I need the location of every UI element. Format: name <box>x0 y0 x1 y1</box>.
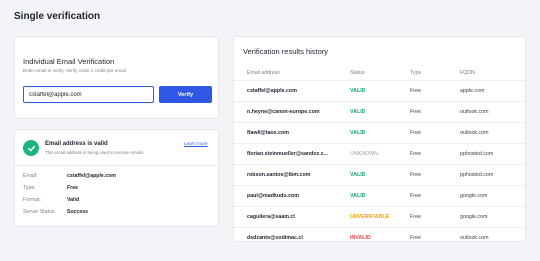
row-type: Free <box>410 88 421 94</box>
row-fqdn: google.com <box>460 193 488 199</box>
detail-value: Valid <box>67 197 80 203</box>
result-subtitle: This email address is being used to rece… <box>45 150 145 155</box>
table-row[interactable]: cstaffel@apple.com VALID Free apple.com <box>234 80 527 101</box>
check-icon <box>23 140 39 156</box>
detail-label: Server Status: <box>23 209 56 215</box>
learn-more-link[interactable]: Learn more <box>184 141 208 146</box>
detail-value: Success <box>67 209 89 215</box>
table-row[interactable]: ftawil@taos.com VALID Free outlook.com <box>234 122 527 143</box>
row-fqdn: outlook.com <box>460 130 489 136</box>
result-title: Email address is valid <box>45 141 108 147</box>
table-row[interactable]: caguilera@saam.cl UNVERIFIABLE Free google.… <box>234 206 527 227</box>
row-email: paul@madkudu.com <box>247 193 299 199</box>
status-badge: VALID <box>350 172 366 178</box>
row-type: Free <box>410 214 421 220</box>
row-type: Free <box>410 151 421 157</box>
status-badge: VALID <box>350 109 366 115</box>
status-badge: VALID <box>350 88 366 94</box>
row-type: Free <box>410 109 421 115</box>
row-email: dsdzanto@sodimac.cl <box>247 235 303 241</box>
history-title: Verification results history <box>243 47 329 56</box>
detail-value: cstaffel@apple.com <box>67 173 116 179</box>
row-type: Free <box>410 172 421 178</box>
email-verification-card: Individual Email Verification Enter emai… <box>14 36 219 119</box>
column-header-fqdn: FQDN <box>460 70 475 76</box>
row-email: cstaffel@apple.com <box>247 88 297 94</box>
row-email: n.heyne@canon-europe.com <box>247 109 320 115</box>
verification-card-subtitle: Enter email to verify. Verify costs 1 cr… <box>23 68 126 73</box>
row-fqdn: apple.com <box>460 88 485 94</box>
detail-row: Email: cstaffel@apple.com <box>23 173 213 182</box>
status-badge: UNVERIFIABLE <box>350 214 390 220</box>
row-fqdn: pphosted.com <box>460 151 494 157</box>
row-fqdn: outlook.com <box>460 235 489 241</box>
table-row[interactable]: dsdzanto@sodimac.cl INVALID Free outlook.co… <box>234 227 527 248</box>
status-badge: VALID <box>350 193 366 199</box>
row-type: Free <box>410 235 421 241</box>
column-header-email: Email address <box>247 70 280 76</box>
row-type: Free <box>410 193 421 199</box>
detail-row: Server Status: Success <box>23 209 213 218</box>
verify-button[interactable]: Verify <box>159 86 212 103</box>
row-fqdn: outlook.com <box>460 109 489 115</box>
detail-label: Format: <box>23 197 41 203</box>
table-header: Email address Status Type FQDN <box>234 70 527 80</box>
row-fqdn: google.com <box>460 214 488 220</box>
row-email: robson.santos@ibm.com <box>247 172 311 178</box>
column-header-status: Status <box>350 70 365 76</box>
detail-row: Type: Free <box>23 185 213 194</box>
divider <box>15 165 218 166</box>
detail-row: Format: Valid <box>23 197 213 206</box>
row-fqdn: pphosted.com <box>460 172 494 178</box>
status-badge: UNKNOWN <box>350 151 378 157</box>
detail-label: Email: <box>23 173 38 179</box>
page-title: Single verification <box>14 11 101 22</box>
row-email: ftawil@taos.com <box>247 130 289 136</box>
detail-label: Type: <box>23 185 36 191</box>
row-email: florian.steinmueller@sandoz.c... <box>247 151 329 157</box>
detail-value: Free <box>67 185 78 191</box>
row-email: caguilera@saam.cl <box>247 214 295 220</box>
table-row[interactable]: robson.santos@ibm.com VALID Free pphosted.c… <box>234 164 527 185</box>
verification-card-title: Individual Email Verification <box>23 57 115 66</box>
status-badge: INVALID <box>350 235 371 241</box>
status-badge: VALID <box>350 130 366 136</box>
column-header-type: Type <box>410 70 422 76</box>
email-input[interactable] <box>23 86 154 103</box>
table-row[interactable]: n.heyne@canon-europe.com VALID Free outlook… <box>234 101 527 122</box>
verification-result-card: Email address is valid This email addres… <box>14 129 219 227</box>
table-row[interactable]: paul@madkudu.com VALID Free google.com <box>234 185 527 206</box>
row-type: Free <box>410 130 421 136</box>
table-row[interactable]: florian.steinmueller@sandoz.c... UNKNOWN F… <box>234 143 527 164</box>
results-history-card: Verification results history Email addre… <box>233 36 527 242</box>
